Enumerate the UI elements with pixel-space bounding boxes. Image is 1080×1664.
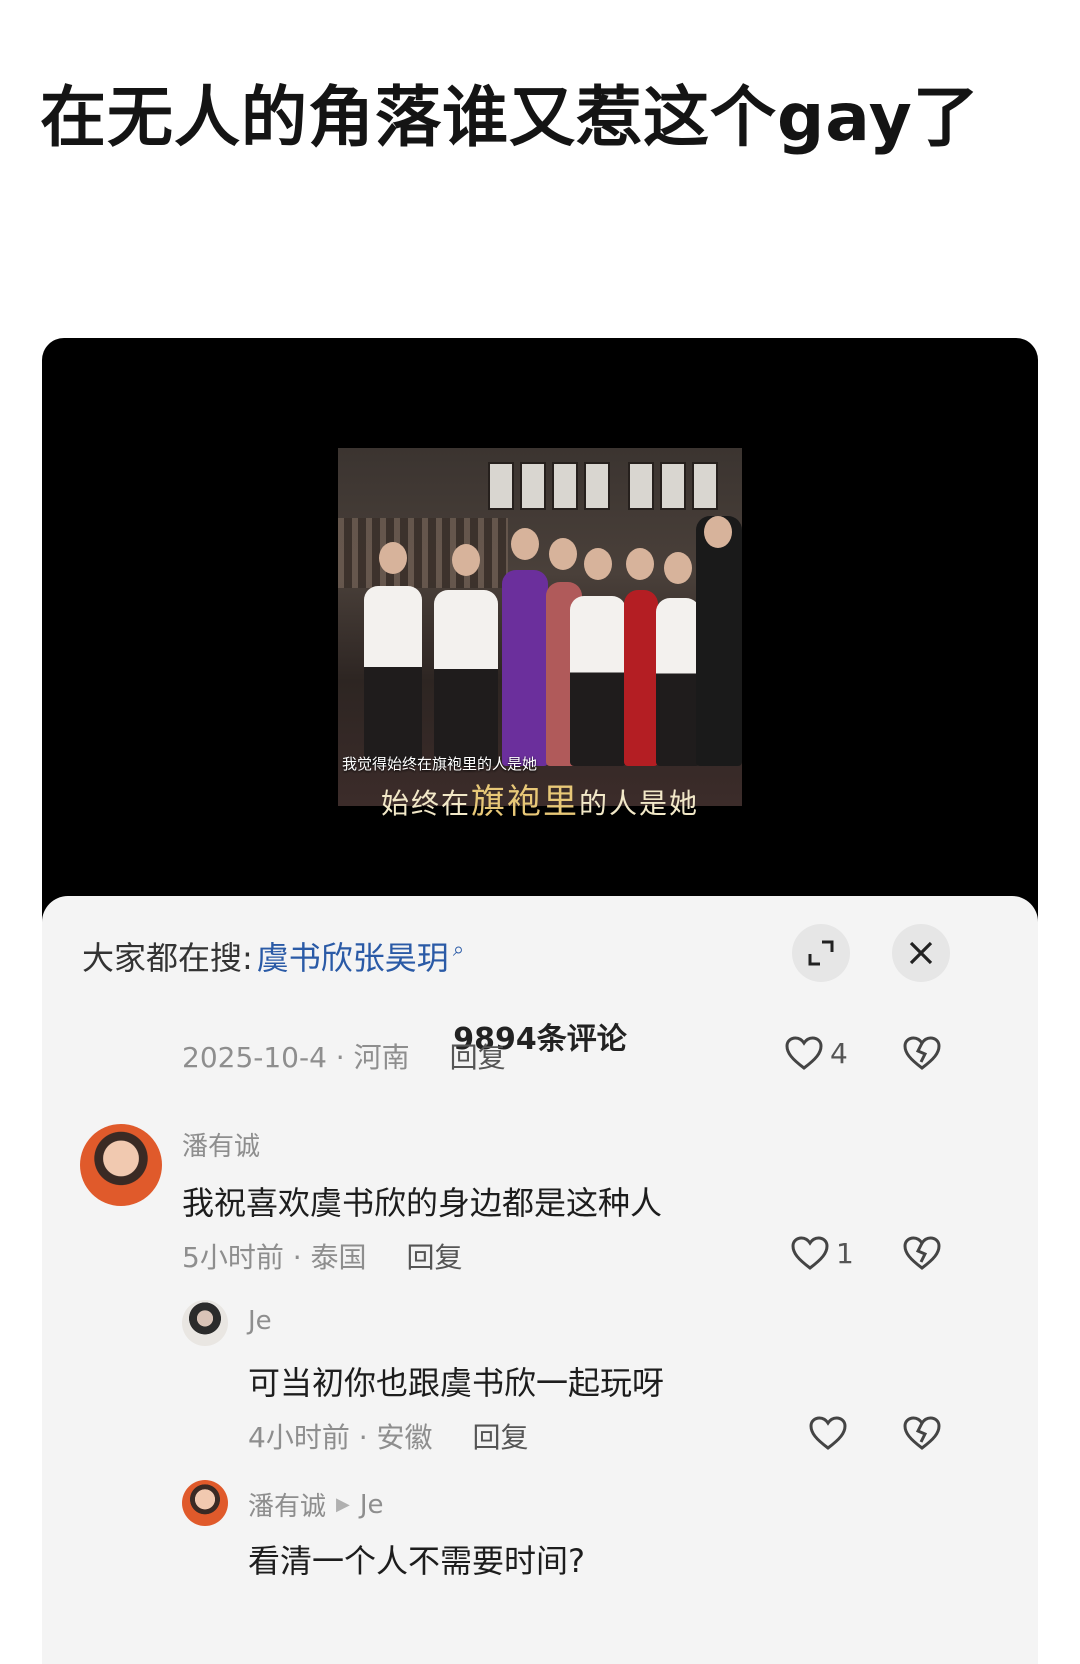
dislike-button[interactable] [902,1415,942,1451]
bar-shelf [338,518,508,588]
window [520,462,546,510]
comment-username[interactable]: Je [248,1306,272,1336]
window [628,462,654,510]
person [624,590,658,766]
reply-button[interactable]: 回复 [407,1236,463,1276]
video-subtitle: 始终在旗袍里的人是她 [42,774,1038,823]
close-button[interactable] [892,924,950,982]
comment-time-location: 2025-10-4 · 河南 [182,1041,410,1074]
search-prefix: 大家都在搜: [82,939,253,977]
post-title: 在无人的角落谁又惹这个gay了 [40,79,980,156]
reply-button[interactable]: 回复 [450,1036,506,1076]
person-head [664,552,692,584]
window [488,462,514,510]
heart-icon [785,1036,823,1070]
person-head [452,544,480,576]
avatar[interactable] [80,1124,162,1206]
person [570,596,626,766]
person-head [549,538,577,570]
close-icon [909,941,933,965]
comment-meta: 4小时前 · 安徽 回复 [248,1416,529,1456]
comment-text: 我祝喜欢虞书欣的身边都是这种人 [182,1184,663,1222]
broken-heart-icon [903,1036,941,1070]
comments-sheet: 大家都在搜: 虞书欣张昊玥 ⌕ 9894条评论 2025-10-4 · 河南 回… [42,896,1038,1664]
like-button[interactable] [808,1415,848,1451]
heart-icon [809,1416,847,1450]
subtitle-highlight: 旗袍里 [471,782,579,822]
person-head [379,542,407,574]
comment-meta: 5小时前 · 泰国 回复 [182,1236,463,1276]
comment-meta: 2025-10-4 · 河南 回复 [182,1036,506,1076]
search-icon: ⌕ [452,937,465,961]
subtitle-part: 的人是她 [579,787,700,820]
avatar[interactable] [182,1480,228,1526]
broken-heart-icon [903,1236,941,1270]
video-player[interactable]: 我觉得始终在旗袍里的人是她 始终在旗袍里的人是她 [42,338,1038,938]
reply-header: 潘有诚 ▶ Je [248,1486,384,1523]
like-button[interactable]: 1 [790,1235,854,1271]
like-count: 1 [836,1236,854,1270]
person-head [511,528,539,560]
person-head [626,548,654,580]
video-thumbnail: 我觉得始终在旗袍里的人是她 [338,448,742,806]
expand-icon [808,940,834,966]
person-host [696,516,742,766]
window [584,462,610,510]
subtitle-part: 始终在 [380,787,471,820]
comment-username[interactable]: 潘有诚 [182,1126,260,1163]
comment-time-location: 4小时前 · 安徽 [248,1421,433,1454]
window [692,462,718,510]
reply-to-username[interactable]: Je [360,1490,384,1520]
search-term-link[interactable]: 虞书欣张昊玥 [257,933,449,979]
broken-heart-icon [903,1416,941,1450]
reply-arrow-icon: ▶ [336,1494,350,1515]
window [660,462,686,510]
heart-icon [791,1236,829,1270]
person-head [584,548,612,580]
dislike-button[interactable] [902,1235,942,1271]
person [656,598,700,766]
person [502,570,548,766]
window [552,462,578,510]
comment-time-location: 5小时前 · 泰国 [182,1241,367,1274]
person-head [704,516,732,548]
video-in-frame-caption: 我觉得始终在旗袍里的人是她 [342,755,538,773]
reply-button[interactable]: 回复 [473,1416,529,1456]
comment-text: 可当初你也跟虞书欣一起玩呀 [248,1364,665,1402]
comment-text: 看清一个人不需要时间? [248,1542,585,1580]
comment-username[interactable]: 潘有诚 [248,1486,326,1523]
dislike-button[interactable] [902,1035,942,1071]
trending-search[interactable]: 大家都在搜: 虞书欣张昊玥 ⌕ [82,932,464,980]
person [364,586,422,766]
like-button[interactable]: 4 [784,1035,848,1071]
expand-button[interactable] [792,924,850,982]
avatar[interactable] [182,1300,228,1346]
person [434,590,498,766]
like-count: 4 [830,1036,848,1070]
